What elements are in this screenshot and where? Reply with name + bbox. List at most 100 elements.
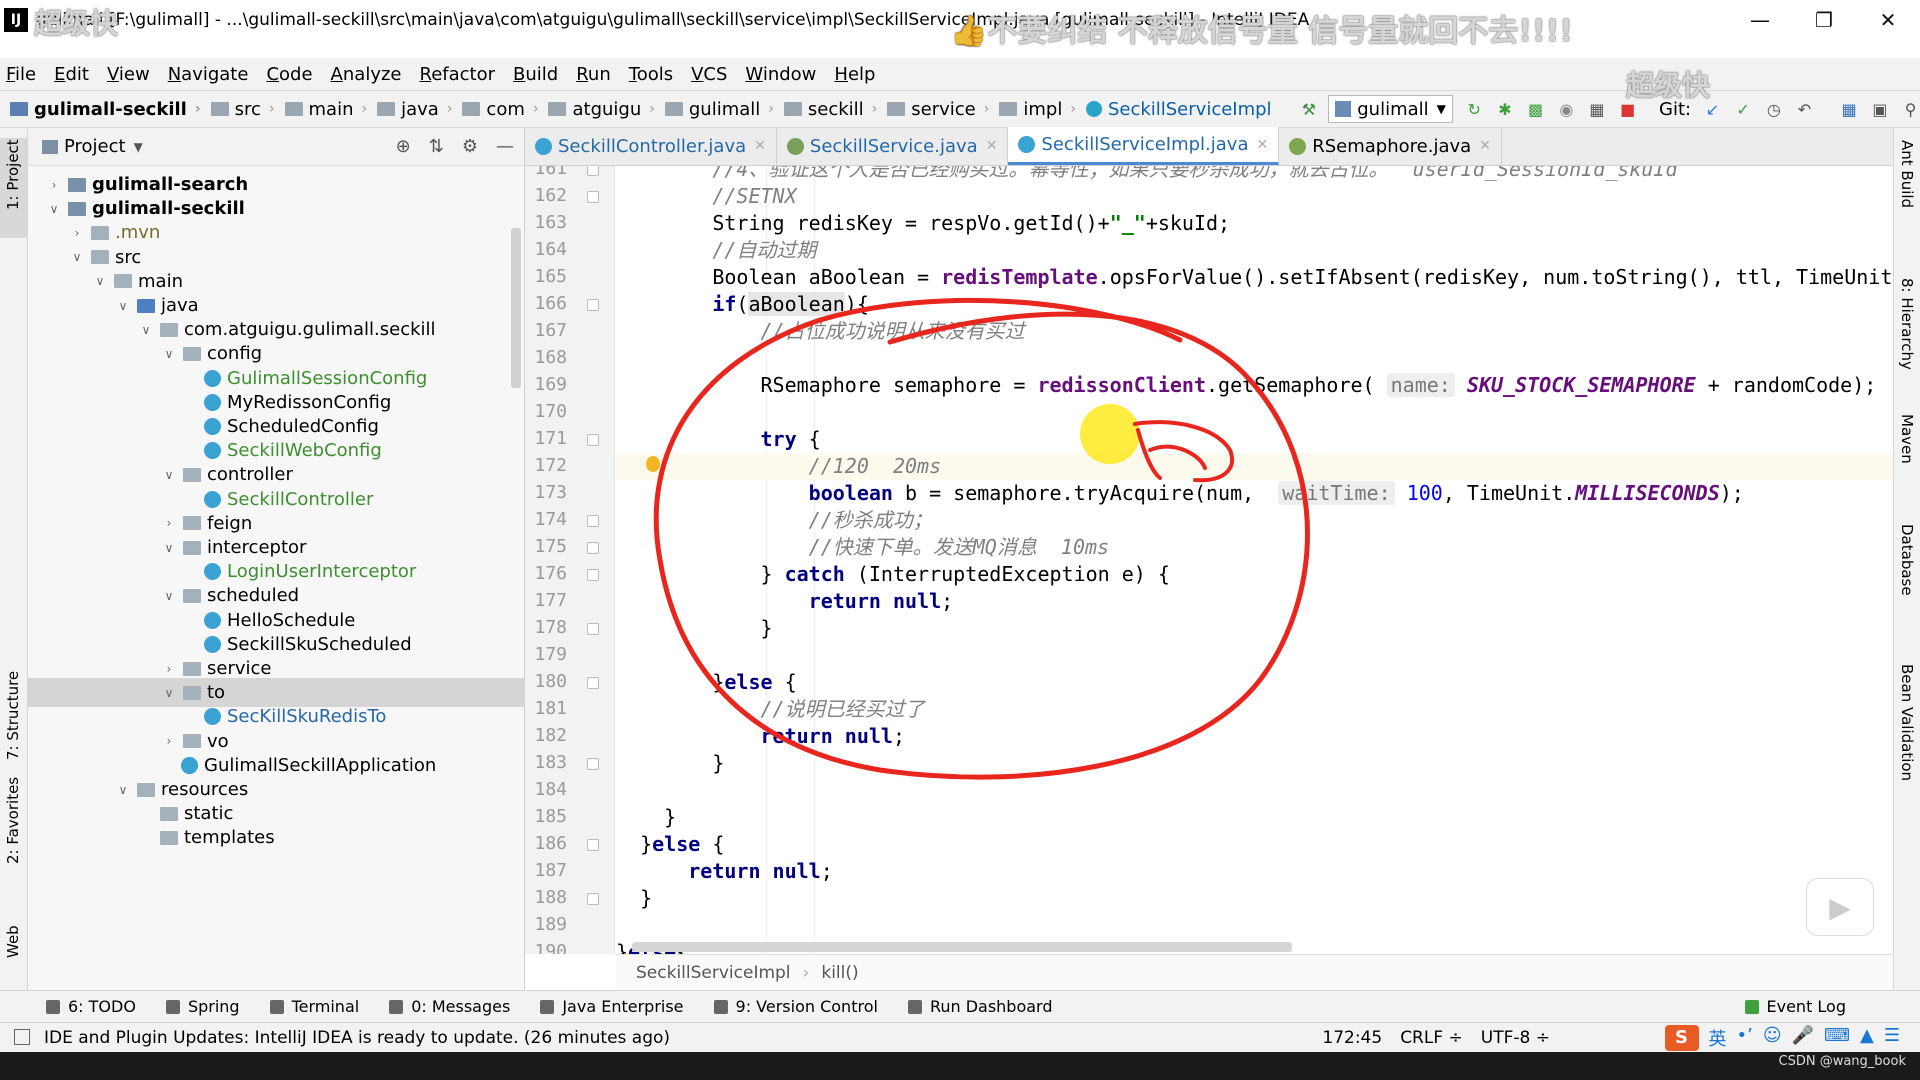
fold-marker-icon[interactable] [587, 623, 599, 635]
menu-code[interactable]: Code [266, 64, 312, 85]
menu-build[interactable]: Build [513, 64, 558, 85]
line-number[interactable]: 181 [525, 698, 567, 719]
close-icon[interactable]: ✕ [1856, 0, 1920, 40]
line-number[interactable]: 179 [525, 644, 567, 665]
coverage-icon[interactable]: ▩ [1526, 98, 1545, 120]
project-scrollbar[interactable] [511, 228, 521, 388]
chevron-down-icon[interactable]: ∨ [69, 250, 85, 264]
git-commit-icon[interactable]: ✓ [1734, 98, 1753, 120]
line-number[interactable]: 183 [525, 752, 567, 773]
chevron-right-icon[interactable]: › [161, 516, 177, 530]
line-number[interactable]: 168 [525, 347, 567, 368]
code-editor[interactable]: //4、验证这个人是否已经购买过。幂等性；如果只要秒杀成功，就去占位。 user… [616, 166, 1893, 954]
line-number[interactable]: 189 [525, 914, 567, 935]
breadcrumb-item[interactable]: main › [284, 99, 367, 120]
fold-marker-icon[interactable] [587, 542, 599, 554]
tool-window-button[interactable]: Java Enterprise [540, 997, 684, 1016]
caret-position[interactable]: 172:45 [1322, 1028, 1382, 1048]
menu-file[interactable]: File [6, 64, 36, 85]
line-number[interactable]: 186 [525, 833, 567, 854]
fold-marker-icon[interactable] [587, 191, 599, 203]
line-number[interactable]: 169 [525, 374, 567, 395]
line-number[interactable]: 164 [525, 239, 567, 260]
ime-menu-icon[interactable]: ☰ [1884, 1025, 1900, 1051]
hide-panel-icon[interactable]: — [496, 136, 514, 157]
line-number[interactable]: 167 [525, 320, 567, 341]
line-number[interactable]: 174 [525, 509, 567, 530]
chevron-down-icon[interactable]: ∨ [115, 783, 131, 797]
tab-favorites[interactable]: 2: Favorites [4, 777, 22, 864]
line-number[interactable]: 170 [525, 401, 567, 422]
menu-vcs[interactable]: VCS [691, 64, 727, 85]
line-number[interactable]: 172 [525, 455, 567, 476]
menu-help[interactable]: Help [834, 64, 875, 85]
tab-database[interactable]: Database [1898, 524, 1916, 596]
chevron-right-icon[interactable]: › [69, 226, 85, 240]
tool-window-button[interactable]: Spring [165, 997, 240, 1016]
line-number[interactable]: 185 [525, 806, 567, 827]
line-separator[interactable]: CRLF ÷ [1400, 1028, 1463, 1048]
breadcrumb-item[interactable]: gulimall › [664, 99, 774, 120]
project-view-selector[interactable]: Project [64, 136, 126, 157]
project-structure-icon[interactable]: ▦ [1840, 98, 1859, 120]
fold-marker-icon[interactable] [587, 299, 599, 311]
fold-marker-icon[interactable] [587, 893, 599, 905]
minimize-icon[interactable]: — [1728, 0, 1792, 40]
line-number[interactable]: 188 [525, 887, 567, 908]
line-number[interactable]: 177 [525, 590, 567, 611]
breadcrumb-item[interactable]: atguigu › [548, 99, 655, 120]
line-number[interactable]: 178 [525, 617, 567, 638]
fold-marker-icon[interactable] [587, 434, 599, 446]
chevron-right-icon[interactable]: › [161, 662, 177, 676]
tab-maven[interactable]: Maven [1898, 414, 1916, 464]
chevron-down-icon[interactable]: ∨ [46, 202, 62, 216]
ime-keyboard-icon[interactable]: ⌨ [1824, 1025, 1850, 1051]
search-everywhere-icon[interactable]: ⚲ [1901, 98, 1920, 120]
tool-window-button[interactable]: Run Dashboard [907, 997, 1053, 1016]
line-number[interactable]: 175 [525, 536, 567, 557]
editor-tab[interactable]: RSemaphore.java ✕ [1279, 127, 1502, 165]
tab-web[interactable]: Web [4, 925, 22, 958]
rerun-icon[interactable]: ↻ [1465, 98, 1484, 120]
chevron-down-icon[interactable]: ▼ [134, 140, 143, 154]
line-number[interactable]: 187 [525, 860, 567, 881]
menu-navigate[interactable]: Navigate [168, 64, 249, 85]
close-tab-icon[interactable]: ✕ [1479, 138, 1491, 154]
sogou-ime-icon[interactable]: S [1664, 1025, 1699, 1051]
close-tab-icon[interactable]: ✕ [754, 138, 766, 154]
chevron-down-icon[interactable]: ∨ [161, 541, 177, 555]
tool-window-button[interactable]: Terminal [269, 997, 359, 1016]
chevron-down-icon[interactable]: ∨ [161, 347, 177, 361]
restore-icon[interactable]: ❐ [1792, 0, 1856, 40]
line-number[interactable]: 182 [525, 725, 567, 746]
profile-icon[interactable]: ◉ [1557, 98, 1576, 120]
gear-icon[interactable]: ⚙ [462, 136, 478, 157]
menu-window[interactable]: Window [745, 64, 816, 85]
chevron-down-icon[interactable]: ∨ [161, 589, 177, 603]
video-play-icon[interactable]: ▶ [1806, 878, 1874, 936]
line-number[interactable]: 171 [525, 428, 567, 449]
menu-view[interactable]: View [107, 64, 150, 85]
editor-crumb-method[interactable]: kill() [821, 963, 858, 983]
tab-bean-validation[interactable]: Bean Validation [1898, 664, 1916, 781]
editor-crumb-class[interactable]: SeckillServiceImpl [636, 963, 791, 983]
menu-analyze[interactable]: Analyze [331, 64, 402, 85]
tab-structure[interactable]: 7: Structure [4, 671, 22, 760]
run-config-selector[interactable]: gulimall ▼ [1328, 95, 1453, 123]
line-number[interactable]: 162 [525, 185, 567, 206]
toggle-tool-windows-icon[interactable] [14, 1029, 30, 1045]
build-hammer-icon[interactable]: ⚒ [1300, 98, 1319, 120]
tab-project[interactable]: 1: Project [4, 139, 22, 210]
line-number[interactable]: 165 [525, 266, 567, 287]
fold-marker-icon[interactable] [587, 569, 599, 581]
git-history-icon[interactable]: ◷ [1764, 98, 1783, 120]
line-number[interactable]: 161 [525, 166, 567, 179]
file-encoding[interactable]: UTF-8 ÷ [1481, 1028, 1550, 1048]
editor-tab[interactable]: SeckillService.java ✕ [777, 127, 1009, 165]
fold-marker-icon[interactable] [587, 166, 599, 176]
close-tab-icon[interactable]: ✕ [986, 138, 998, 154]
chevron-down-icon[interactable]: ∨ [115, 299, 131, 313]
event-log-button[interactable]: Event Log [1744, 997, 1846, 1016]
editor-tab[interactable]: SeckillController.java ✕ [525, 127, 777, 165]
attach-debugger-icon[interactable]: ▦ [1588, 98, 1607, 120]
